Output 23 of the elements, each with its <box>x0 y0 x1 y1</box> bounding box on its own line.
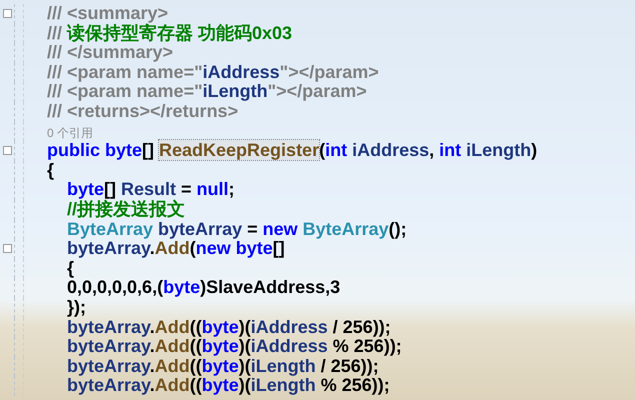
code-line: /// <returns></returns> <box>23 102 238 122</box>
code-line: 0,0,0,0,0,6,(byte)SlaveAddress,3 <box>23 278 340 298</box>
code-line: /// </summary> <box>23 43 174 63</box>
collapse-icon[interactable] <box>2 146 12 156</box>
collapse-icon[interactable] <box>2 9 12 18</box>
code-line: byteArray.Add(new byte[] <box>23 239 285 259</box>
code-line: { <box>23 258 74 278</box>
code-line: /// <param name="iAddress"></param> <box>23 62 379 82</box>
code-line: /// <summary> <box>23 4 168 24</box>
code-line: byte[] Result = null; <box>23 180 235 200</box>
code-line: public byte[] ReadKeepRegister(int iAddress, int iLength) <box>23 141 538 161</box>
code-line: byteArray.Add((byte)(iAddress / 256)); <box>23 318 391 338</box>
code-line: { <box>23 160 54 180</box>
code-line: byteArray.Add((byte)(iLength / 256)); <box>23 356 379 376</box>
code-line: /// <param name="iLength"></param> <box>23 82 367 102</box>
code-line: /// 读保持型寄存器 功能码0x03 <box>23 24 292 44</box>
collapse-icon[interactable] <box>2 244 12 254</box>
code-line: byteArray.Add((byte)(iAddress % 256)); <box>23 337 402 357</box>
code-line: }); <box>23 298 86 318</box>
code-line: 0 个引用 <box>23 122 94 142</box>
code-line: byteArray.Add((byte)(iLength % 256)); <box>23 376 390 396</box>
code-line: ByteArray byteArray = new ByteArray(); <box>23 220 407 240</box>
code-line: //拼接发送报文 <box>23 200 186 220</box>
